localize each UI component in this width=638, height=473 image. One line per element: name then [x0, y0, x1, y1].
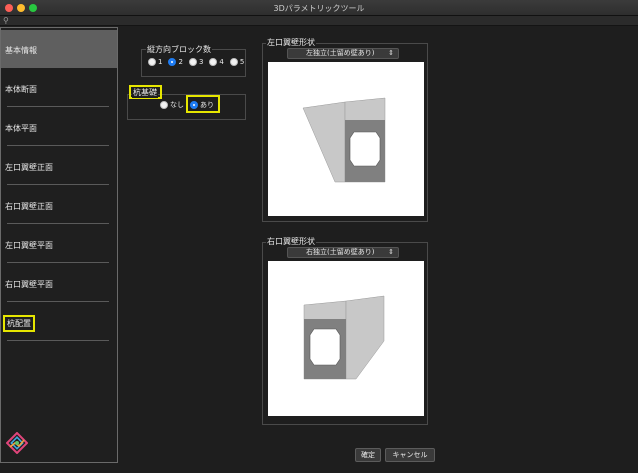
block-count-option-4[interactable]: 4 — [209, 58, 224, 66]
sidebar-item-body-section[interactable]: 本体断面 — [1, 69, 117, 107]
window-title: 3Dパラメトリックツール — [273, 4, 365, 13]
divider — [7, 106, 109, 107]
sidebar-item-label: 本体平面 — [5, 124, 37, 133]
left-wing-shape-select[interactable]: 左独立(土留め壁あり) ⇕ — [287, 48, 399, 59]
sidebar-item-label: 基本情報 — [5, 46, 37, 55]
option-label: 5 — [239, 58, 245, 66]
select-value: 右独立(土留め壁あり) — [306, 248, 375, 256]
option-label: 3 — [198, 58, 204, 66]
right-wing-title: 右口翼壁形状 — [266, 236, 316, 247]
option-label: 4 — [219, 58, 224, 66]
radio-button[interactable] — [190, 101, 198, 109]
right-wing-shape-select[interactable]: 右独立(土留め壁あり) ⇕ — [287, 247, 399, 258]
radio-button[interactable] — [229, 58, 238, 66]
radio-button[interactable] — [160, 101, 168, 109]
sidebar-item-label: 右口翼壁正面 — [5, 202, 53, 211]
right-wing-preview — [268, 261, 424, 416]
left-wing-preview — [268, 62, 424, 216]
sidebar-item-pile-layout[interactable]: 杭配置 — [1, 303, 117, 341]
pile-foundation-title: 杭基礎 — [132, 87, 158, 98]
option-label: なし — [170, 101, 184, 109]
left-wing-drawing — [302, 97, 386, 183]
divider — [7, 184, 109, 185]
sidebar-item-basic-info[interactable]: 基本情報 — [1, 30, 117, 68]
left-wing-title: 左口翼壁形状 — [266, 37, 316, 48]
option-label: あり — [200, 101, 214, 109]
divider — [7, 262, 109, 263]
radio-button[interactable] — [168, 58, 177, 66]
sidebar-item-label: 杭配置 — [3, 315, 35, 332]
block-count-title: 縦方向ブロック数 — [146, 44, 212, 55]
block-count-radio-group: 1 2 3 4 5 — [148, 58, 250, 66]
divider — [7, 145, 109, 146]
divider — [7, 301, 109, 302]
chevron-updown-icon: ⇕ — [388, 248, 394, 256]
radio-button[interactable] — [209, 58, 218, 66]
radio-button[interactable] — [188, 58, 197, 66]
sidebar-item-right-wing-front[interactable]: 右口翼壁正面 — [1, 186, 117, 224]
toolbar: ⚲ — [0, 16, 638, 26]
sidebar-item-label: 本体断面 — [5, 85, 37, 94]
sidebar-item-left-wing-plan[interactable]: 左口翼壁平面 — [1, 225, 117, 263]
cancel-button[interactable]: キャンセル — [385, 448, 435, 462]
pile-foundation-radio-group-yes: あり — [190, 100, 220, 110]
select-value: 左独立(土留め壁あり) — [306, 49, 375, 57]
chevron-updown-icon: ⇕ — [388, 49, 394, 57]
sidebar-item-body-plan[interactable]: 本体平面 — [1, 108, 117, 146]
sidebar-item-left-wing-front[interactable]: 左口翼壁正面 — [1, 147, 117, 185]
right-wing-drawing — [303, 295, 385, 380]
option-label: 1 — [158, 58, 163, 66]
pin-icon[interactable]: ⚲ — [3, 16, 9, 26]
pile-option-none[interactable]: なし — [160, 100, 184, 110]
divider — [7, 340, 109, 341]
ok-button[interactable]: 確定 — [355, 448, 381, 462]
block-count-option-5[interactable]: 5 — [229, 58, 245, 66]
title-bar: 3Dパラメトリックツール — [0, 0, 638, 16]
pile-option-yes[interactable]: あり — [190, 100, 214, 110]
block-count-option-1[interactable]: 1 — [148, 58, 162, 66]
sidebar-item-label: 左口翼壁平面 — [5, 241, 53, 250]
radio-button[interactable] — [148, 58, 156, 66]
sidebar: 基本情報 本体断面 本体平面 左口翼壁正面 右口翼壁正面 左口翼壁平面 右口翼壁… — [0, 27, 118, 463]
sidebar-item-label: 左口翼壁正面 — [5, 163, 53, 172]
sidebar-item-right-wing-plan[interactable]: 右口翼壁平面 — [1, 264, 117, 302]
block-count-option-2[interactable]: 2 — [168, 58, 183, 66]
app-logo-icon — [6, 432, 28, 454]
option-label: 2 — [178, 58, 183, 66]
block-count-option-3[interactable]: 3 — [188, 58, 204, 66]
sidebar-item-label: 右口翼壁平面 — [5, 280, 53, 289]
divider — [7, 223, 109, 224]
